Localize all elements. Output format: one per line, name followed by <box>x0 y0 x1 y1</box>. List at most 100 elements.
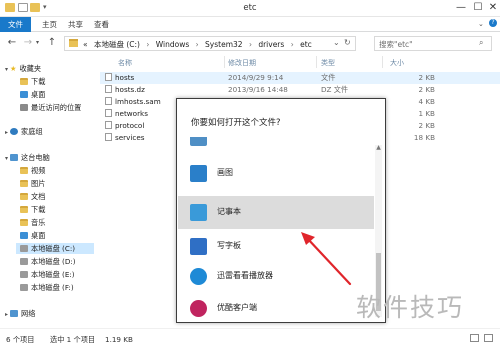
status-bar: 6 个项目 选中 1 个项目 1.19 KB <box>0 328 500 348</box>
help-icon[interactable]: ? <box>489 19 497 27</box>
chevron-down-icon[interactable]: ▾ <box>5 66 8 73</box>
file-size: 2 KB <box>418 121 435 130</box>
file-size: 18 KB <box>413 133 435 142</box>
recent-locations-icon[interactable]: ▾ <box>36 39 39 46</box>
file-name: hosts.dz <box>105 84 145 96</box>
column-divider[interactable] <box>316 56 317 68</box>
paint-icon <box>190 165 207 182</box>
open-with-dialog: 你要如何打开这个文件? 画图 记事本 写字板 迅雷看看播放器 优酷客户端 ▲ <box>176 98 386 323</box>
nav-item-desktop-pc[interactable]: 桌面 <box>20 230 45 241</box>
file-type: 文件 <box>321 73 336 82</box>
file-name: services <box>105 132 145 144</box>
maximize-button[interactable]: ☐ <box>472 2 484 14</box>
nav-item-drive-e[interactable]: 本地磁盘 (E:) <box>20 269 75 280</box>
tab-view[interactable]: 查看 <box>94 17 109 32</box>
nav-item-downloads[interactable]: 下载 <box>20 76 45 87</box>
nav-item-documents[interactable]: 文档 <box>20 191 45 202</box>
scroll-up-icon[interactable]: ▲ <box>375 144 382 152</box>
file-name: networks <box>105 108 148 120</box>
breadcrumb-separator[interactable]: › <box>196 40 199 49</box>
tab-file[interactable]: 文件 <box>0 17 31 32</box>
address-bar[interactable]: « 本地磁盘 (C:) › Windows › System32 › drive… <box>64 36 356 51</box>
table-row[interactable]: hosts.dz 2013/9/16 14:48 DZ 文件 2 KB <box>100 84 500 96</box>
nav-item-drive-d[interactable]: 本地磁盘 (D:) <box>20 256 76 267</box>
title-bar: ▾ etc — ☐ ✕ <box>0 0 500 17</box>
search-icon[interactable]: ⌕ <box>479 38 483 48</box>
nav-item-pictures[interactable]: 图片 <box>20 178 45 189</box>
details-view-icon[interactable] <box>470 334 479 342</box>
folder-icon <box>69 39 78 47</box>
watermark: 软件技巧 <box>356 293 465 322</box>
column-header-date[interactable]: 修改日期 <box>228 58 256 68</box>
nav-homegroup[interactable]: ▸ 家庭组 <box>5 126 43 137</box>
app-label: 记事本 <box>217 207 241 216</box>
nav-item-music[interactable]: 音乐 <box>20 217 45 228</box>
forward-button[interactable]: → <box>22 37 34 49</box>
close-button[interactable]: ✕ <box>487 2 499 14</box>
app-label: 画图 <box>217 168 233 177</box>
search-input[interactable] <box>379 38 477 50</box>
breadcrumb-separator[interactable]: › <box>146 40 149 49</box>
column-header-name[interactable]: 名称 <box>118 58 132 68</box>
nav-this-pc[interactable]: ▾ 这台电脑 <box>5 152 50 163</box>
app-list-item-youku[interactable]: 优酷客户端 <box>178 292 374 325</box>
download-folder-icon <box>20 78 28 85</box>
nav-item-downloads-pc[interactable]: 下载 <box>20 204 45 215</box>
chevron-down-icon[interactable]: ▾ <box>5 155 8 162</box>
drive-icon <box>20 245 28 252</box>
window-title: etc <box>243 3 257 13</box>
download-folder-icon <box>20 206 28 213</box>
breadcrumb: « 本地磁盘 (C:) › Windows › System32 › drive… <box>83 39 312 50</box>
minimize-button[interactable]: — <box>455 2 467 14</box>
breadcrumb-overflow[interactable]: « <box>83 40 88 49</box>
back-button[interactable]: ← <box>6 37 18 49</box>
drive-icon <box>20 271 28 278</box>
nav-item-drive-c[interactable]: 本地磁盘 (C:) <box>16 243 94 254</box>
nav-item-drive-f[interactable]: 本地磁盘 (F:) <box>20 282 74 293</box>
column-header-type[interactable]: 类型 <box>321 58 335 68</box>
nav-network[interactable]: ▸ 网络 <box>5 308 35 319</box>
table-row[interactable]: hosts 2014/9/29 9:14 文件 2 KB <box>100 72 500 84</box>
ribbon-tabs: 文件 主页 共享 查看 ⌄ ? <box>0 17 500 32</box>
breadcrumb-item-etc[interactable]: etc <box>300 40 312 49</box>
breadcrumb-separator[interactable]: › <box>291 40 294 49</box>
nav-item-videos[interactable]: 视频 <box>20 165 45 176</box>
app-list-item-paint[interactable]: 画图 <box>178 157 374 190</box>
file-name: lmhosts.sam <box>105 96 161 108</box>
computer-icon <box>10 154 19 161</box>
recent-places-icon <box>20 104 28 111</box>
ribbon-expand-icon[interactable]: ⌄ <box>478 20 484 28</box>
nav-item-desktop[interactable]: 桌面 <box>20 89 45 100</box>
large-icons-view-icon[interactable] <box>484 334 493 342</box>
refresh-icon[interactable]: ↻ <box>344 38 351 47</box>
drive-icon <box>20 284 28 291</box>
app-list-item-partial[interactable] <box>178 137 374 149</box>
chevron-right-icon[interactable]: ▸ <box>5 311 8 318</box>
documents-folder-icon <box>20 193 28 200</box>
breadcrumb-item-c-drive[interactable]: 本地磁盘 (C:) <box>94 40 140 49</box>
navigation-pane: ▾ ★ 收藏夹 下载 桌面 最近访问的位置 ▸ 家庭组 ▾ 这台电脑 视频 图片 文档 … <box>0 56 94 328</box>
file-icon <box>105 97 112 105</box>
column-divider[interactable] <box>382 56 383 68</box>
breadcrumb-item-windows[interactable]: Windows <box>156 40 189 49</box>
column-header-size[interactable]: 大小 <box>390 58 404 68</box>
network-icon <box>10 310 19 317</box>
chevron-right-icon[interactable]: ▸ <box>5 129 8 136</box>
address-dropdown-icon[interactable]: ⌄ <box>333 38 340 47</box>
nav-item-recent[interactable]: 最近访问的位置 <box>20 102 81 113</box>
nav-favorites[interactable]: ▾ ★ 收藏夹 <box>5 63 41 74</box>
tab-share[interactable]: 共享 <box>68 17 83 32</box>
file-icon <box>105 133 112 141</box>
tab-home[interactable]: 主页 <box>42 17 57 32</box>
breadcrumb-separator[interactable]: › <box>249 40 252 49</box>
up-button[interactable]: ↑ <box>46 37 58 49</box>
app-list-item-notepad[interactable]: 记事本 <box>178 196 374 229</box>
breadcrumb-item-system32[interactable]: System32 <box>205 40 243 49</box>
file-size: 4 KB <box>418 97 435 106</box>
breadcrumb-item-drivers[interactable]: drivers <box>258 40 284 49</box>
homegroup-icon <box>10 128 19 135</box>
file-size: 2 KB <box>418 73 435 82</box>
annotation-arrow-icon <box>301 232 352 286</box>
column-divider[interactable] <box>224 56 225 68</box>
file-icon <box>105 121 112 129</box>
